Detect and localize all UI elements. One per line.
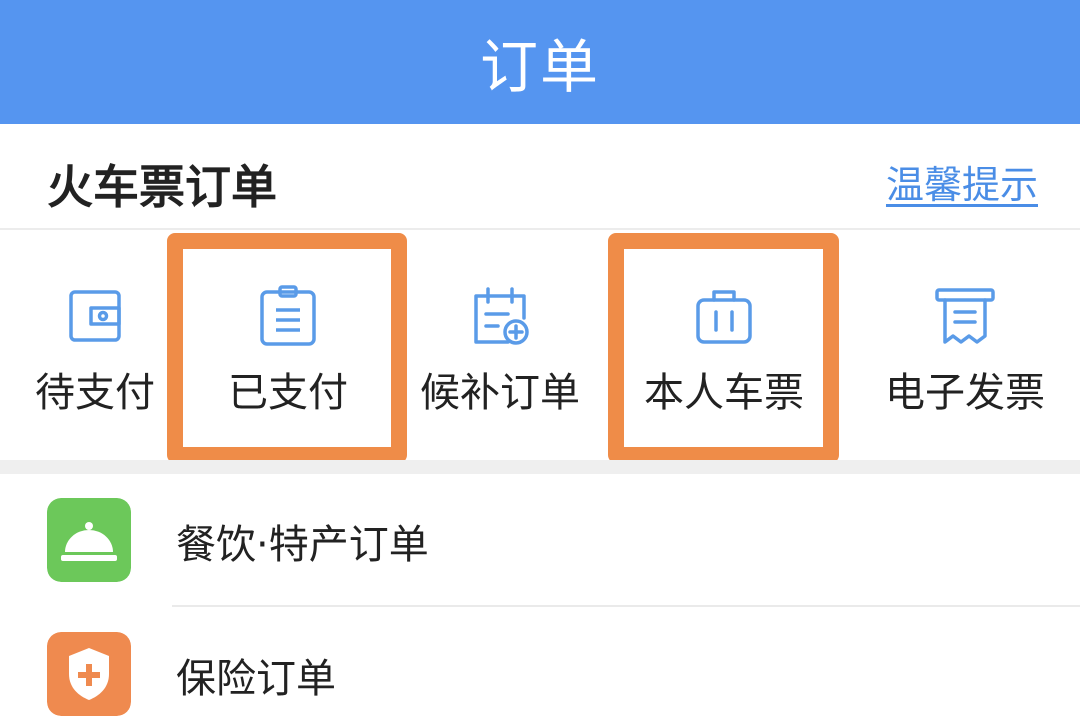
clipboard-icon [260, 285, 316, 346]
section-title: 火车票订单 [47, 160, 277, 214]
status-label: 电子发票 [885, 370, 1045, 416]
status-label: 已支付 [228, 370, 348, 416]
calendar-add-icon [474, 287, 529, 345]
wallet-icon [69, 290, 121, 342]
app-header: 订单 [0, 0, 1080, 124]
status-e-invoice[interactable]: 电子发票 [860, 232, 1070, 460]
status-label: 待支付 [35, 370, 155, 416]
list-item-catering-orders[interactable]: 餐饮·特产订单 [0, 474, 1080, 607]
page-title: 订单 [479, 33, 600, 101]
list-item-insurance-orders[interactable]: 保险订单 [0, 608, 1080, 721]
tips-link[interactable]: 温馨提示 [886, 154, 1038, 209]
list-separator [172, 605, 1080, 607]
status-label: 本人车票 [644, 370, 804, 416]
other-orders-list: 餐饮·特产订单 保险订单 [0, 474, 1080, 721]
status-waitlist-orders[interactable]: 候补订单 [400, 232, 600, 460]
status-pending-payment[interactable]: 待支付 [20, 232, 170, 460]
status-label: 候补订单 [420, 370, 580, 416]
list-item-label: 餐饮·特产订单 [176, 522, 429, 568]
section-divider [0, 460, 1080, 474]
service-bell-icon [47, 498, 131, 582]
receipt-icon [935, 288, 995, 344]
suitcase-icon [696, 290, 752, 344]
train-orders-header: 火车票订单 温馨提示 [0, 124, 1080, 230]
status-my-tickets[interactable]: 本人车票 [618, 232, 830, 460]
shield-plus-icon [47, 632, 131, 716]
list-item-label: 保险订单 [176, 656, 336, 702]
order-status-row: 待支付 已支付 候补订单 本人车票 电子发票 [0, 232, 1080, 460]
status-paid[interactable]: 已支付 [178, 232, 398, 460]
